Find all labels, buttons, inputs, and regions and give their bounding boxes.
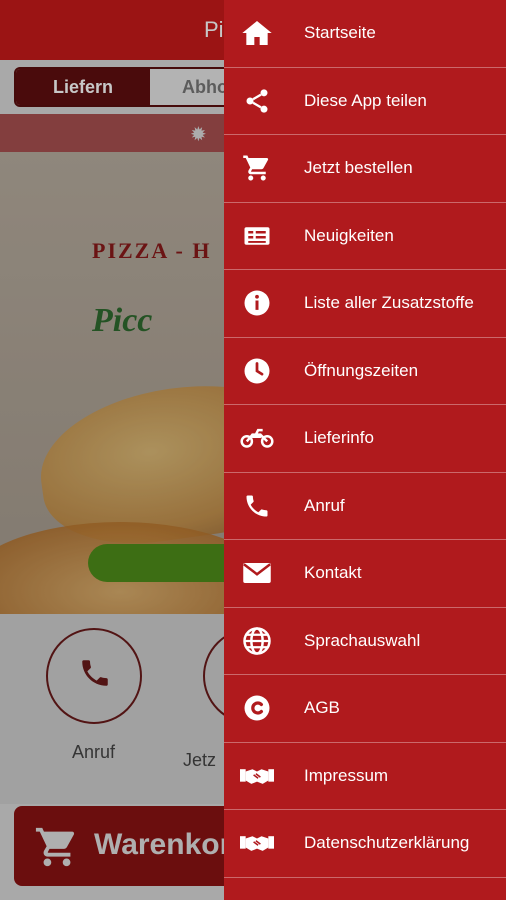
handshake-icon: [240, 759, 274, 793]
phone-icon: [240, 489, 274, 523]
menu-item-opening-hours[interactable]: Öffnungszeiten: [224, 338, 506, 405]
menu-item-label: Anruf: [304, 495, 345, 515]
menu-item-news[interactable]: Neuigkeiten: [224, 203, 506, 270]
home-icon: [240, 16, 274, 50]
menu-item-label: Kontakt: [304, 563, 362, 583]
menu-item-language[interactable]: Sprachauswahl: [224, 608, 506, 675]
menu-item-label: Lieferinfo: [304, 428, 374, 448]
menu-item-call[interactable]: Anruf: [224, 473, 506, 540]
menu-item-imprint[interactable]: Impressum: [224, 743, 506, 810]
menu-item-label: Jetzt bestellen: [304, 158, 413, 178]
navigation-drawer: Startseite Diese App teilen Jetzt bestel…: [224, 0, 506, 900]
menu-item-startseite[interactable]: Startseite: [224, 0, 506, 68]
menu-item-agb[interactable]: AGB: [224, 675, 506, 743]
copyright-icon: [240, 691, 274, 725]
menu-item-label: AGB: [304, 698, 340, 718]
menu-item-label: Sprachauswahl: [304, 630, 421, 650]
menu-item-order[interactable]: Jetzt bestellen: [224, 135, 506, 203]
menu-item-label: Liste aller Zusatzstoffe: [304, 293, 474, 313]
handshake-icon: [240, 826, 274, 860]
menu-item-label: Neuigkeiten: [304, 225, 394, 245]
info-icon: [240, 286, 274, 320]
menu-item-share[interactable]: Diese App teilen: [224, 68, 506, 135]
menu-item-label: Diese App teilen: [304, 90, 427, 110]
menu-item-privacy[interactable]: Datenschutzerklärung: [224, 810, 506, 878]
menu-item-label: Impressum: [304, 765, 389, 785]
menu-item-label: Datenschutzerklärung: [304, 833, 470, 853]
menu-item-label: Startseite: [304, 23, 376, 43]
globe-icon: [240, 624, 274, 658]
mail-icon: [240, 556, 274, 590]
cart-icon: [240, 151, 274, 185]
menu-item-delivery-info[interactable]: Lieferinfo: [224, 405, 506, 473]
news-icon: [240, 219, 274, 253]
menu-item-additives[interactable]: Liste aller Zusatzstoffe: [224, 270, 506, 338]
share-icon: [240, 84, 274, 118]
menu-item-label: Öffnungszeiten: [304, 360, 419, 380]
menu-item-contact[interactable]: Kontakt: [224, 540, 506, 608]
motorcycle-icon: [240, 421, 274, 455]
clock-icon: [240, 354, 274, 388]
